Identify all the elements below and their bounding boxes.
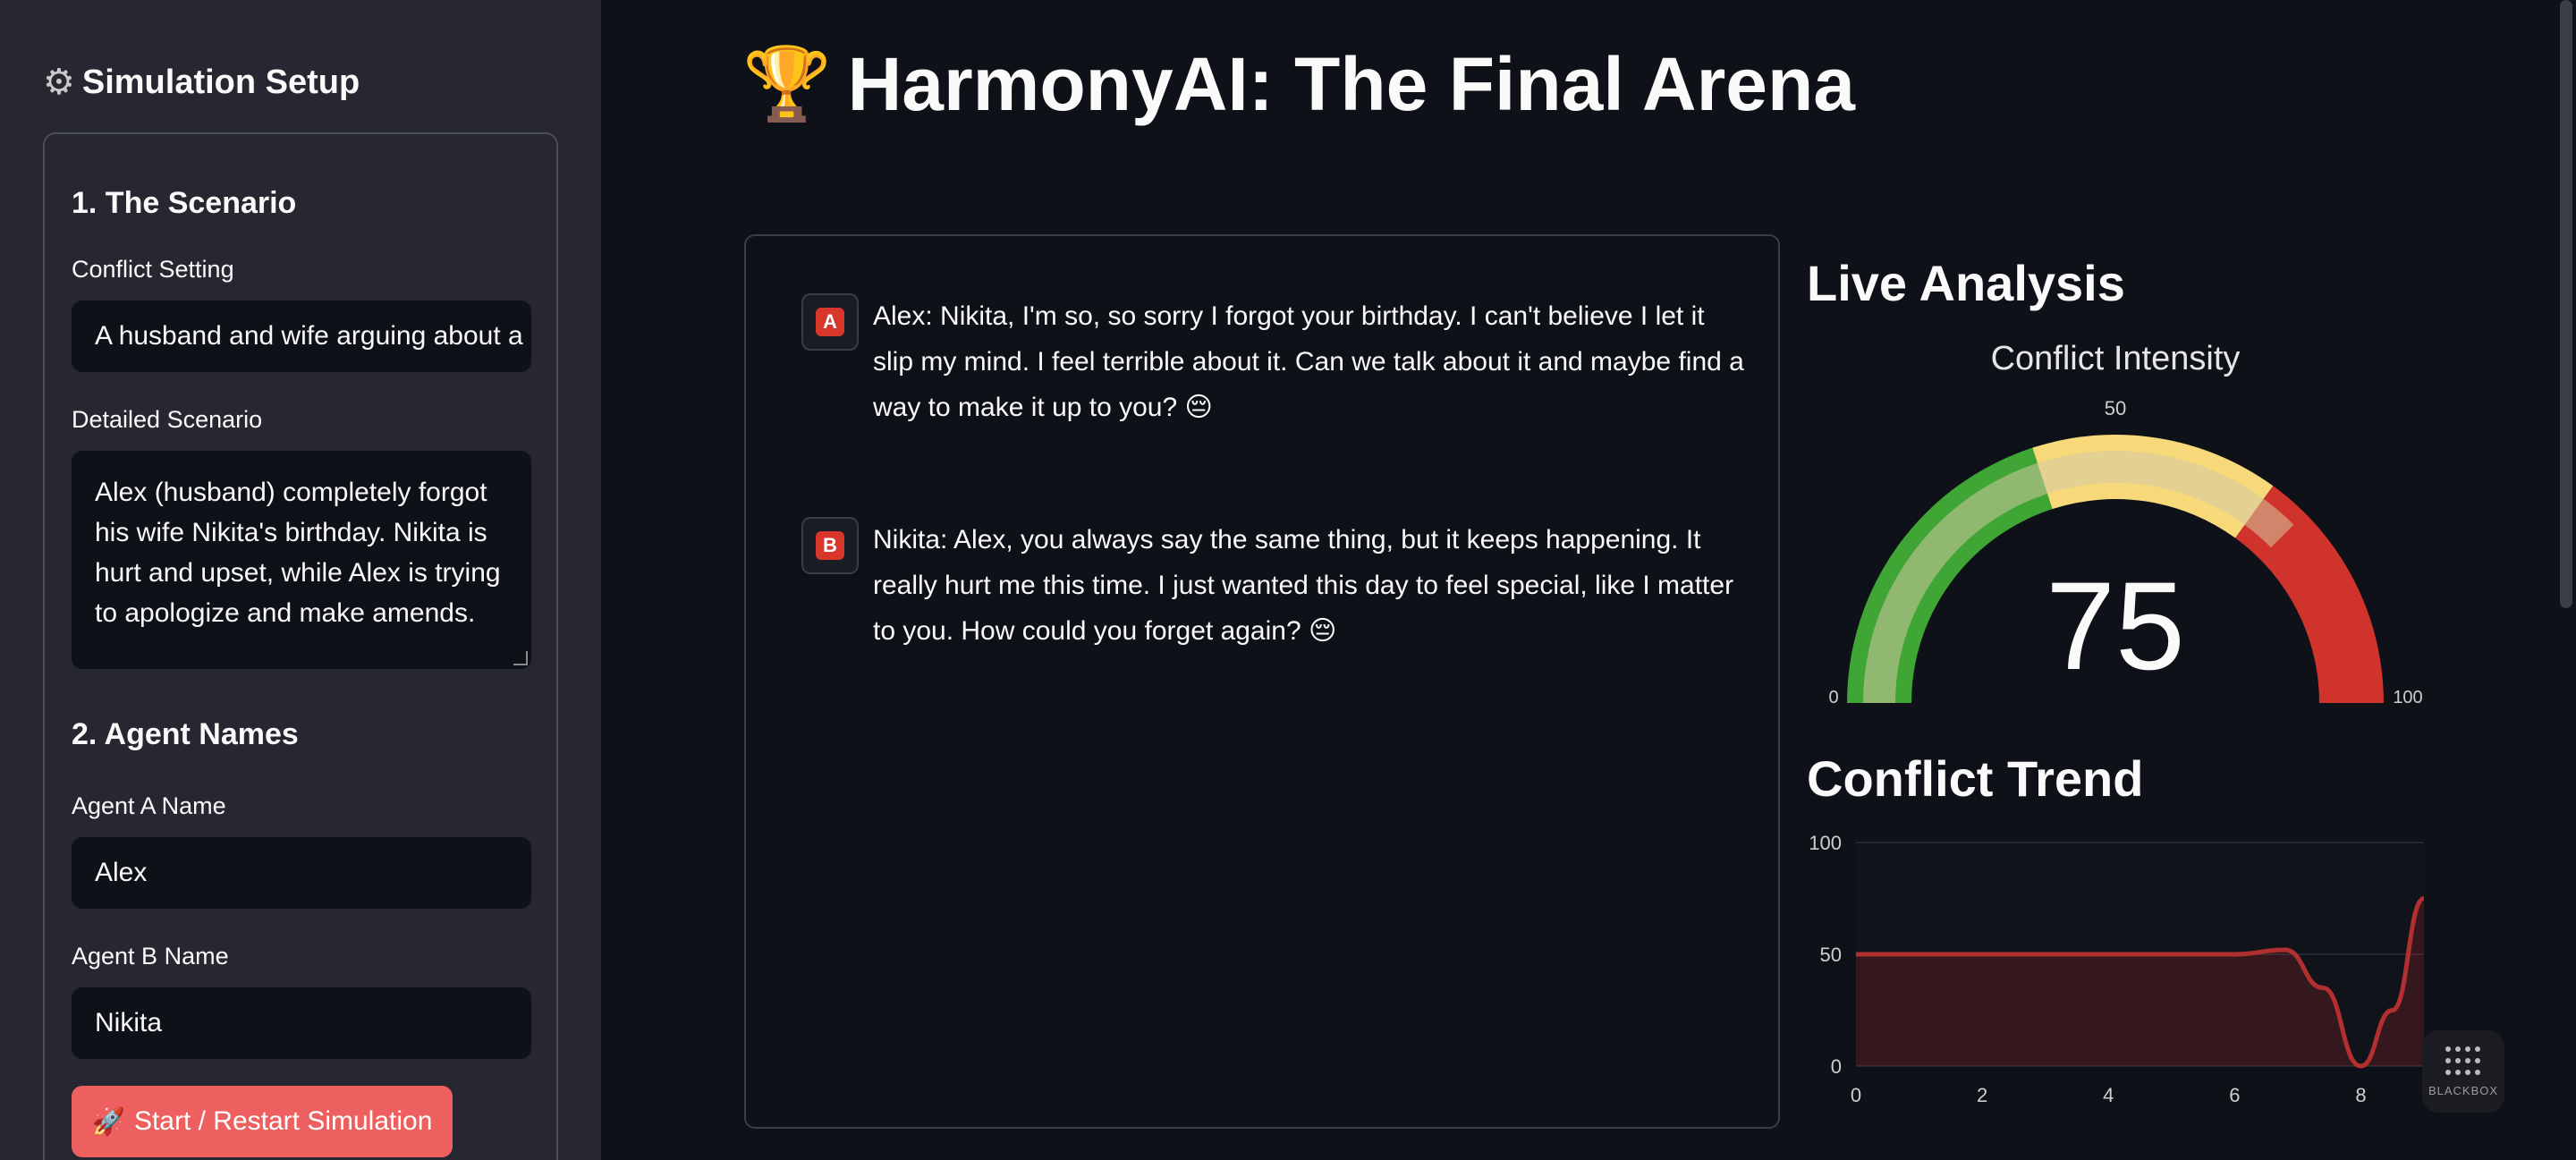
letter-b-icon: B [816,531,844,560]
detailed-scenario-text: Alex (husband) completely forgot his wif… [95,478,501,628]
start-restart-button[interactable]: 🚀 Start / Restart Simulation [72,1086,453,1157]
trend-point [1918,953,1921,956]
gauge-value: 75 [2046,555,2185,696]
agent-b-label: Agent B Name [72,943,229,969]
trend-point [2284,948,2287,952]
x-tick-label: 8 [2355,1084,2366,1106]
x-tick-label: 2 [1977,1084,1987,1106]
x-tick-label: 0 [1851,1084,1861,1106]
message-text: Alex: Nikita, I'm so, so sorry I forgot … [873,301,1744,422]
agent-a-input[interactable]: Alex [72,837,531,909]
scenario-heading: 1. The Scenario [72,186,297,220]
gauge-min-label: 0 [1828,688,1838,703]
trend-point [2391,1009,2394,1012]
avatar: A [801,293,859,351]
trend-point [2106,953,2110,956]
trend-point [2359,1064,2362,1068]
page-title-text: HarmonyAI: The Final Arena [847,41,1856,126]
start-button-label: Start / Restart Simulation [133,1106,433,1136]
agent-names-heading: 2. Agent Names [72,717,299,751]
blackbox-badge[interactable]: BLACKBOX [2422,1030,2504,1113]
gauge-mid-label: 50 [2105,397,2126,419]
trend-point [2170,953,2174,956]
x-tick-label: 6 [2229,1084,2240,1106]
trend-point [1854,953,1858,956]
conflict-setting-input[interactable]: A husband and wife arguing about a [72,301,531,372]
y-tick-label: 100 [1809,832,1842,854]
detailed-scenario-label: Detailed Scenario [72,406,263,433]
trend-point [2044,953,2047,956]
detailed-scenario-textarea[interactable]: Alex (husband) completely forgot his wif… [72,451,531,669]
sidebar-title-text: Simulation Setup [81,63,360,101]
avatar: B [801,517,859,574]
conflict-intensity-gauge: 0 50 100 75 [1807,385,2424,703]
trophy-icon: 🏆 [742,44,832,123]
gear-icon: ⚙ [43,63,75,102]
sidebar: ⚙ Simulation Setup 1. The Scenario Confl… [0,0,601,1160]
resize-handle[interactable] [513,651,528,665]
y-tick-label: 50 [1820,944,1842,966]
page-title: 🏆 HarmonyAI: The Final Arena [742,39,1855,129]
conflict-trend-chart: 0 50 100 0 2 4 6 8 [1789,832,2433,1118]
gauge-max-label: 100 [2393,688,2422,703]
x-tick-label: 4 [2103,1084,2114,1106]
chat-panel[interactable]: A Alex: Nikita, I'm so, so sorry I forgo… [744,234,1780,1129]
live-analysis-heading: Live Analysis [1807,255,2125,311]
setup-form: 1. The Scenario Conflict Setting A husba… [43,132,558,1160]
agent-a-label: Agent A Name [72,792,226,819]
message-text: Nikita: Alex, you always say the same th… [873,525,1734,646]
page-scrollbar[interactable] [2560,0,2572,608]
sidebar-title: ⚙ Simulation Setup [43,57,360,107]
conflict-setting-label: Conflict Setting [72,256,234,283]
trend-point [2321,986,2325,990]
blackbox-label: BLACKBOX [2428,1083,2499,1097]
rocket-icon: 🚀 [91,1106,125,1137]
trend-point [2233,953,2236,956]
blackbox-logo-icon [2445,1046,2481,1079]
gauge-title: Conflict Intensity [1990,340,2241,377]
trend-point [1980,953,1984,956]
y-tick-label: 0 [1831,1055,1842,1078]
conflict-trend-heading: Conflict Trend [1807,750,2144,807]
agent-b-input[interactable]: Nikita [72,987,531,1059]
trend-point [2422,897,2426,901]
letter-a-icon: A [816,308,844,336]
